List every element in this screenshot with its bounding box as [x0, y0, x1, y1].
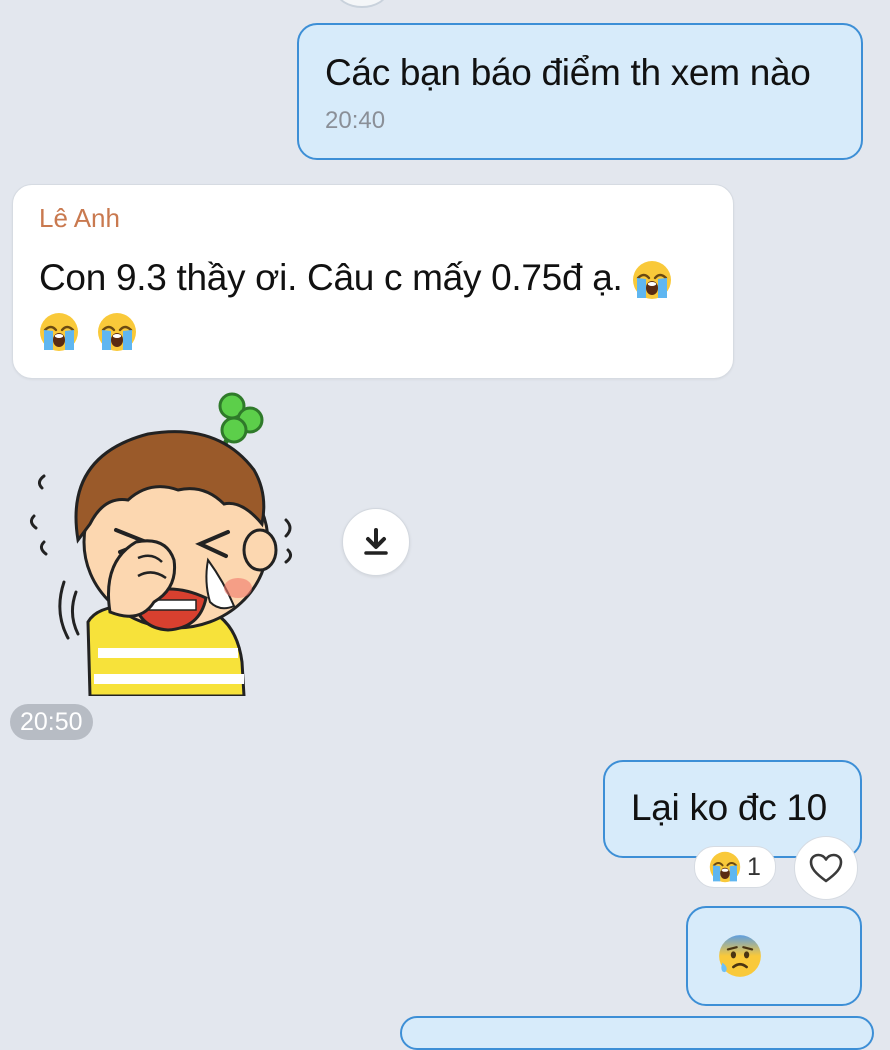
loudly-crying-face-emoji — [709, 851, 741, 883]
sticker-timestamp: 20:50 — [10, 704, 93, 740]
message-text: Lại ko đc 10 — [631, 787, 827, 828]
message-text: Con 9.3 thầy ơi. Câu c mấy 0.75đ ạ. — [39, 252, 707, 356]
message-timestamp: 20:40 — [325, 107, 386, 134]
message-body: Con 9.3 thầy ơi. Câu c mấy 0.75đ ạ. — [39, 257, 623, 298]
download-icon — [364, 528, 388, 555]
sent-message-bubble[interactable] — [686, 906, 862, 1006]
reaction-summary[interactable]: 1 — [694, 846, 776, 888]
message-text: Các bạn báo điểm th xem nào — [325, 52, 811, 93]
crying-boy-sticker[interactable] — [28, 392, 308, 696]
anxious-face-with-sweat-emoji — [718, 934, 762, 978]
download-sticker-button[interactable] — [342, 508, 410, 576]
reaction-count: 1 — [747, 852, 761, 881]
received-message-bubble[interactable]: Lê Anh Con 9.3 thầy ơi. Câu c mấy 0.75đ … — [12, 184, 734, 379]
previous-message-avatar — [336, 0, 388, 8]
loudly-crying-face-emoji — [632, 260, 672, 300]
heart-icon — [809, 853, 843, 883]
sent-message-bubble[interactable]: Các bạn báo điểm th xem nào 20:40 — [297, 23, 863, 160]
loudly-crying-face-emoji — [39, 312, 79, 352]
sender-name: Lê Anh — [39, 203, 120, 233]
next-message-bubble — [400, 1016, 874, 1050]
loudly-crying-face-emoji — [97, 312, 137, 352]
like-button[interactable] — [794, 836, 858, 900]
